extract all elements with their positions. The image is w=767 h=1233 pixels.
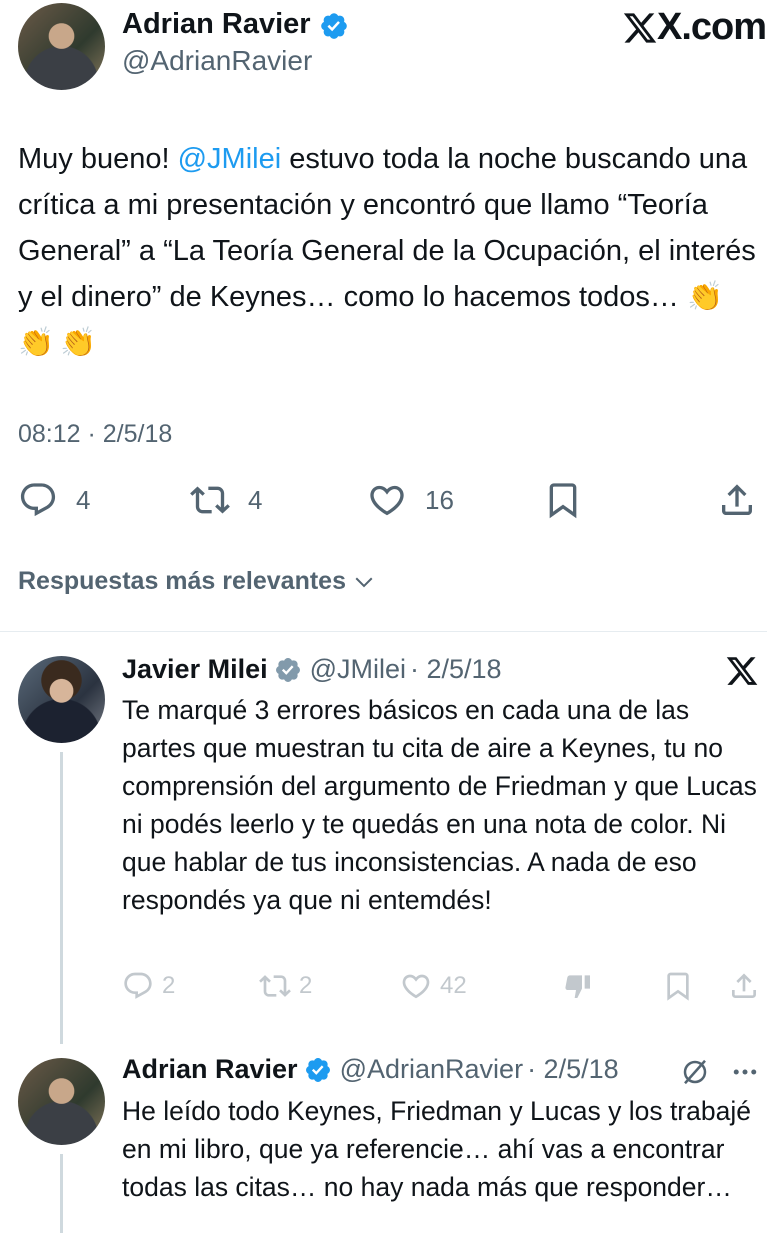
author-handle[interactable]: @AdrianRavier <box>122 45 312 77</box>
reply2-date[interactable]: · 2/5/18 <box>527 1054 619 1085</box>
bookmark-icon <box>667 972 689 1001</box>
reply1-bookmark-action[interactable] <box>662 970 694 1007</box>
share-icon <box>732 973 756 998</box>
reply2-text: He leído todo Keynes, Friedman y Lucas y… <box>122 1096 751 1202</box>
like-icon <box>402 974 430 999</box>
brand-text: X.com <box>657 6 767 48</box>
reply1-like-count: 42 <box>440 972 467 999</box>
like-count: 16 <box>425 484 454 515</box>
share-action[interactable] <box>717 480 757 525</box>
replies-sort-dropdown[interactable]: Respuestas más relevantes <box>18 567 376 596</box>
reply1-reply-action[interactable]: 2 <box>122 970 175 1002</box>
reply1-date[interactable]: · 2/5/18 <box>410 654 502 685</box>
reply1-reply-count: 2 <box>162 972 176 999</box>
bookmark-icon <box>549 483 577 519</box>
reply-action[interactable]: 4 <box>18 480 90 520</box>
verified-badge-icon <box>305 1057 330 1082</box>
tweet-timestamp[interactable]: 08:12 · 2/5/18 <box>18 420 172 449</box>
retweet-count: 4 <box>248 484 263 515</box>
reply1-retweet-action[interactable]: 2 <box>259 970 312 1002</box>
reply1-dislike-action[interactable] <box>562 970 594 1007</box>
reply1-handle[interactable]: @JMilei <box>310 654 406 685</box>
tweet-text-start: Muy bueno! <box>18 143 178 175</box>
share-icon <box>722 484 752 515</box>
grok-icon[interactable] <box>680 1057 710 1087</box>
more-icon[interactable] <box>730 1057 760 1087</box>
reply2-avatar[interactable] <box>18 1058 105 1145</box>
chevron-down-icon <box>355 577 373 587</box>
reply1-header: Javier Milei @JMilei · 2/5/18 <box>122 654 502 685</box>
reply2-name[interactable]: Adrian Ravier <box>122 1054 298 1085</box>
brand-logo: X.com <box>621 6 767 49</box>
retweet-icon <box>190 486 230 514</box>
author-name[interactable]: Adrian Ravier <box>122 8 311 40</box>
reply1-share-action[interactable] <box>728 970 760 1007</box>
author-avatar[interactable] <box>18 3 105 90</box>
bookmark-action[interactable] <box>543 480 583 525</box>
like-icon <box>370 485 404 516</box>
reply1-text: Te marqué 3 errores básicos en cada una … <box>122 695 757 915</box>
verified-badge-icon <box>321 12 347 39</box>
reply1-actions: 2 2 42 <box>122 970 762 1010</box>
thread-line <box>60 752 63 1044</box>
tweet-body: Muy bueno! @JMilei estuvo toda la noche … <box>18 136 763 366</box>
thread-line <box>60 1154 63 1233</box>
author-name-row: Adrian Ravier <box>122 8 349 41</box>
not-interested-icon <box>565 975 590 998</box>
reply-count: 4 <box>76 484 91 515</box>
verified-badge-icon <box>275 657 300 682</box>
reply-icon <box>20 483 56 517</box>
x-logo-icon <box>726 657 758 685</box>
retweet-icon <box>259 975 291 997</box>
reply1-like-action[interactable]: 42 <box>400 970 467 1002</box>
retweet-action[interactable]: 4 <box>190 480 262 520</box>
like-action[interactable]: 16 <box>367 480 454 520</box>
x-logo-icon <box>623 12 657 43</box>
mention-link[interactable]: @JMilei <box>178 143 282 175</box>
divider <box>0 631 767 632</box>
reply1-name[interactable]: Javier Milei <box>122 654 268 685</box>
replies-sort-label: Respuestas más relevantes <box>18 567 346 595</box>
reply2-handle[interactable]: @AdrianRavier <box>340 1054 523 1085</box>
reply2-header: Adrian Ravier @AdrianRavier · 2/5/18 <box>122 1054 619 1085</box>
reply1-retweet-count: 2 <box>299 972 313 999</box>
reply-icon <box>124 972 152 999</box>
reply1-avatar[interactable] <box>18 656 105 743</box>
